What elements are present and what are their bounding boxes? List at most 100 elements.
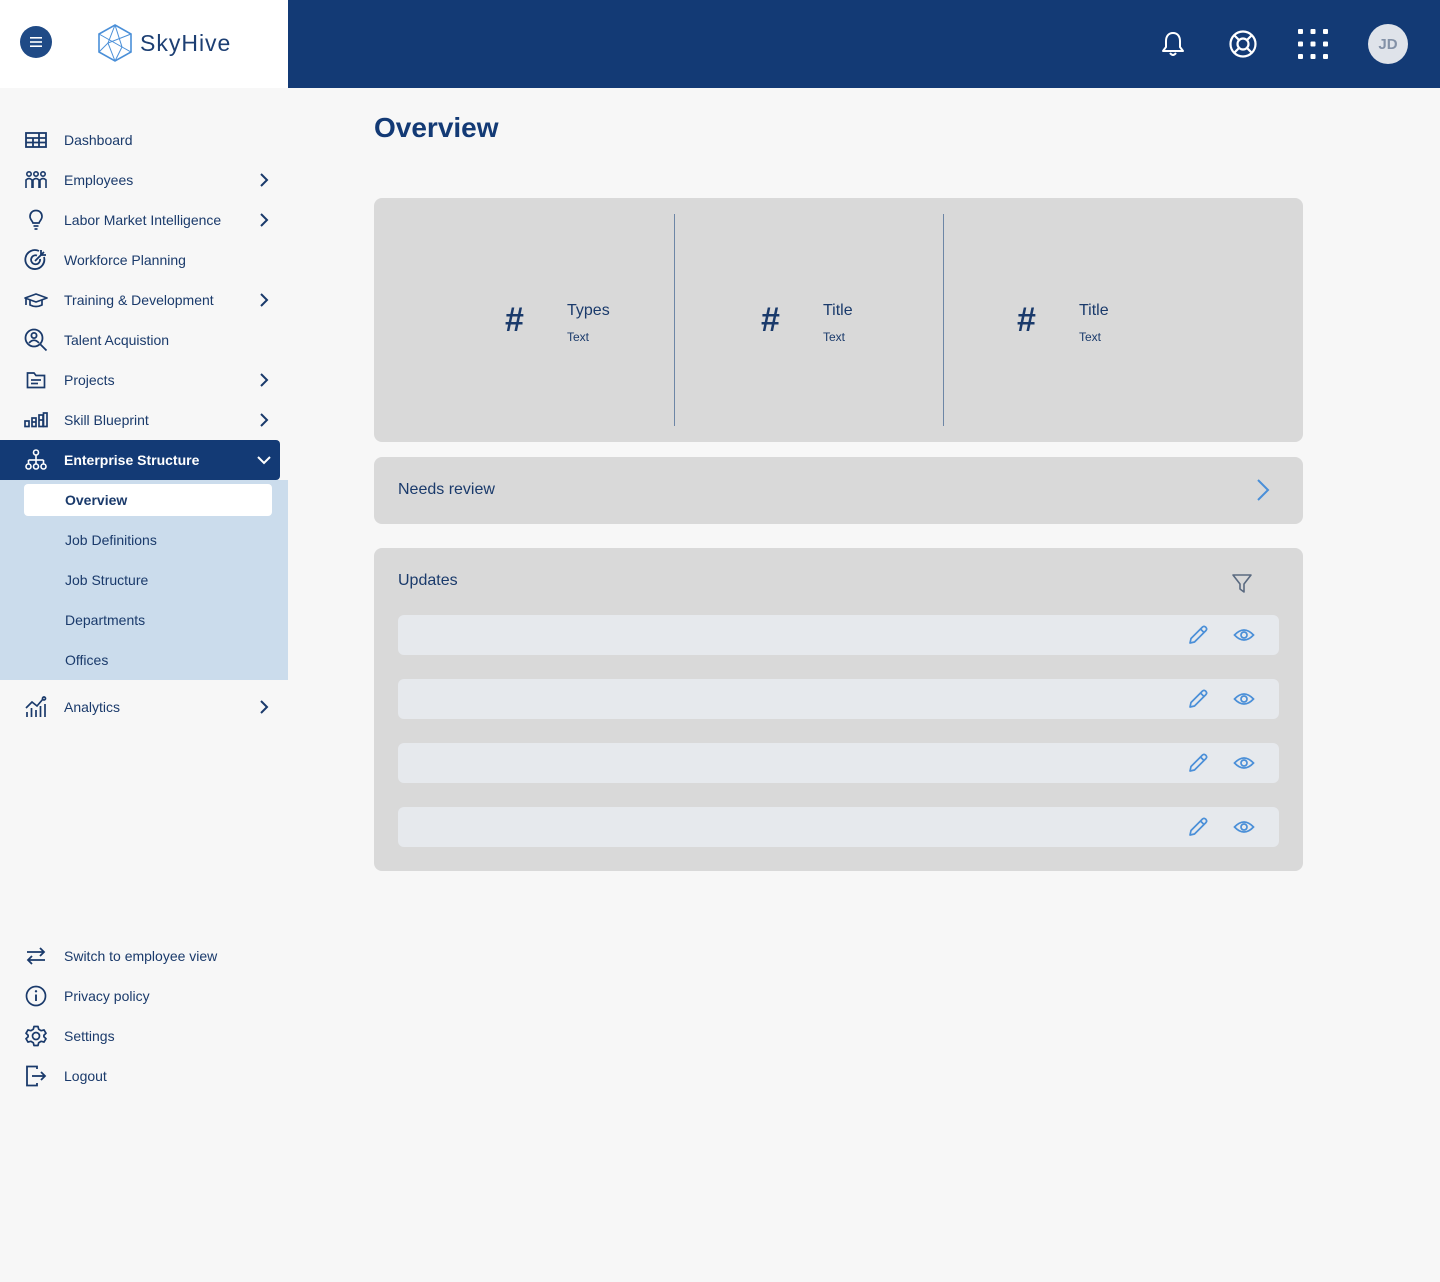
sidebar-item-skill-blueprint[interactable]: Skill Blueprint bbox=[0, 400, 280, 440]
chevron-right-icon bbox=[260, 413, 269, 427]
needs-review-card[interactable]: Needs review bbox=[374, 457, 1303, 524]
subnav-item-job-structure[interactable]: Job Structure bbox=[24, 564, 272, 596]
chevron-down-icon bbox=[257, 456, 271, 465]
stat-symbol: # bbox=[761, 301, 780, 339]
help-button[interactable] bbox=[1225, 26, 1261, 62]
divider bbox=[674, 214, 675, 426]
needs-review-label: Needs review bbox=[398, 481, 495, 498]
sidebar-item-settings[interactable]: Settings bbox=[0, 1016, 280, 1056]
pencil-icon bbox=[1189, 625, 1208, 644]
subnav-item-overview[interactable]: Overview bbox=[24, 484, 272, 516]
swap-icon bbox=[24, 945, 48, 967]
view-button[interactable] bbox=[1232, 815, 1256, 839]
brand-logo[interactable]: SkyHive bbox=[96, 23, 231, 63]
graduation-cap-icon bbox=[24, 289, 48, 311]
bell-icon bbox=[1162, 32, 1184, 56]
sidebar-item-privacy-policy[interactable]: Privacy policy bbox=[0, 976, 280, 1016]
bars-icon bbox=[24, 409, 48, 431]
gear-icon bbox=[24, 1025, 48, 1047]
subnav-item-job-definitions[interactable]: Job Definitions bbox=[24, 524, 272, 556]
stat-title: Title bbox=[1079, 302, 1109, 319]
updates-title: Updates bbox=[398, 572, 458, 589]
app-launcher-button[interactable] bbox=[1295, 26, 1331, 62]
filter-icon[interactable] bbox=[1230, 572, 1254, 596]
view-button[interactable] bbox=[1232, 623, 1256, 647]
edit-button[interactable] bbox=[1186, 687, 1210, 711]
chevron-right-icon bbox=[260, 373, 269, 387]
logout-icon bbox=[24, 1065, 48, 1087]
eye-icon bbox=[1233, 821, 1255, 833]
sidebar-item-employees[interactable]: Employees bbox=[0, 160, 280, 200]
subnav-item-departments[interactable]: Departments bbox=[24, 604, 272, 636]
app-grid-icon bbox=[1298, 29, 1328, 59]
chevron-right-icon bbox=[260, 213, 269, 227]
notifications-button[interactable] bbox=[1155, 26, 1191, 62]
page-title: Overview bbox=[374, 112, 499, 143]
person-search-icon bbox=[24, 328, 48, 352]
updates-card: Updates bbox=[374, 548, 1303, 871]
dashboard-icon bbox=[24, 129, 48, 151]
sidebar-item-label: Skill Blueprint bbox=[64, 412, 149, 428]
stats-card: # Types Text # Title Text # Title Text bbox=[374, 198, 1303, 442]
sidebar-item-dashboard[interactable]: Dashboard bbox=[0, 120, 280, 160]
pencil-icon bbox=[1189, 753, 1208, 772]
folder-icon bbox=[24, 369, 48, 391]
sidebar-item-projects[interactable]: Projects bbox=[0, 360, 280, 400]
menu-button[interactable] bbox=[20, 26, 52, 58]
view-button[interactable] bbox=[1232, 687, 1256, 711]
sidebar-item-talent-acquisition[interactable]: Talent Acquistion bbox=[0, 320, 280, 360]
lifebuoy-icon bbox=[1229, 30, 1257, 58]
pencil-icon bbox=[1189, 817, 1208, 836]
logo-area: SkyHive bbox=[0, 0, 288, 88]
chevron-right-icon bbox=[260, 293, 269, 307]
lightbulb-icon bbox=[24, 209, 48, 231]
stat-subtitle: Text bbox=[1079, 330, 1102, 344]
view-button[interactable] bbox=[1232, 751, 1256, 775]
stat-subtitle: Text bbox=[567, 330, 590, 344]
sidebar-item-label: Settings bbox=[64, 1028, 115, 1044]
eye-icon bbox=[1233, 629, 1255, 641]
sidebar-item-label: Enterprise Structure bbox=[64, 452, 200, 468]
sidebar-item-label: Workforce Planning bbox=[64, 252, 186, 268]
sidebar-item-analytics[interactable]: Analytics bbox=[0, 687, 280, 727]
stat-subtitle: Text bbox=[823, 330, 846, 344]
chevron-right-icon bbox=[1257, 479, 1270, 501]
analytics-icon bbox=[24, 696, 48, 718]
sidebar-item-label: Dashboard bbox=[64, 132, 133, 148]
update-row bbox=[398, 679, 1279, 719]
sidebar-item-enterprise-structure[interactable]: Enterprise Structure bbox=[0, 440, 280, 480]
sidebar-item-label: Training & Development bbox=[64, 292, 214, 308]
sidebar-item-label: Employees bbox=[64, 172, 134, 188]
subnav-item-offices[interactable]: Offices bbox=[24, 644, 272, 676]
pencil-icon bbox=[1189, 689, 1208, 708]
target-icon bbox=[24, 249, 48, 271]
chevron-right-icon bbox=[260, 173, 269, 187]
sidebar-item-label: Talent Acquistion bbox=[64, 332, 170, 348]
sidebar-item-labor-market-intelligence[interactable]: Labor Market Intelligence bbox=[0, 200, 280, 240]
sidebar-item-switch-view[interactable]: Switch to employee view bbox=[0, 936, 280, 976]
skyhive-logo-icon bbox=[98, 24, 132, 62]
menu-icon bbox=[30, 37, 42, 47]
update-row bbox=[398, 807, 1279, 847]
sidebar-item-workforce-planning[interactable]: Workforce Planning bbox=[0, 240, 280, 280]
sidebar-item-label: Projects bbox=[64, 372, 115, 388]
top-bar: JD bbox=[288, 0, 1440, 88]
brand-name: SkyHive bbox=[140, 29, 232, 56]
update-row bbox=[398, 615, 1279, 655]
stat-symbol: # bbox=[505, 301, 524, 339]
chevron-right-icon bbox=[260, 700, 269, 714]
edit-button[interactable] bbox=[1186, 623, 1210, 647]
org-chart-icon bbox=[24, 449, 48, 471]
edit-button[interactable] bbox=[1186, 815, 1210, 839]
sidebar-item-training-development[interactable]: Training & Development bbox=[0, 280, 280, 320]
eye-icon bbox=[1233, 693, 1255, 705]
sidebar-item-label: Analytics bbox=[64, 699, 121, 715]
enterprise-structure-submenu: Overview Job Definitions Job Structure D… bbox=[0, 480, 288, 680]
sidebar-item-logout[interactable]: Logout bbox=[0, 1056, 280, 1096]
stat-title: Types bbox=[567, 302, 610, 319]
divider bbox=[943, 214, 944, 426]
people-icon bbox=[24, 169, 48, 191]
update-row bbox=[398, 743, 1279, 783]
user-avatar[interactable]: JD bbox=[1368, 24, 1408, 64]
edit-button[interactable] bbox=[1186, 751, 1210, 775]
